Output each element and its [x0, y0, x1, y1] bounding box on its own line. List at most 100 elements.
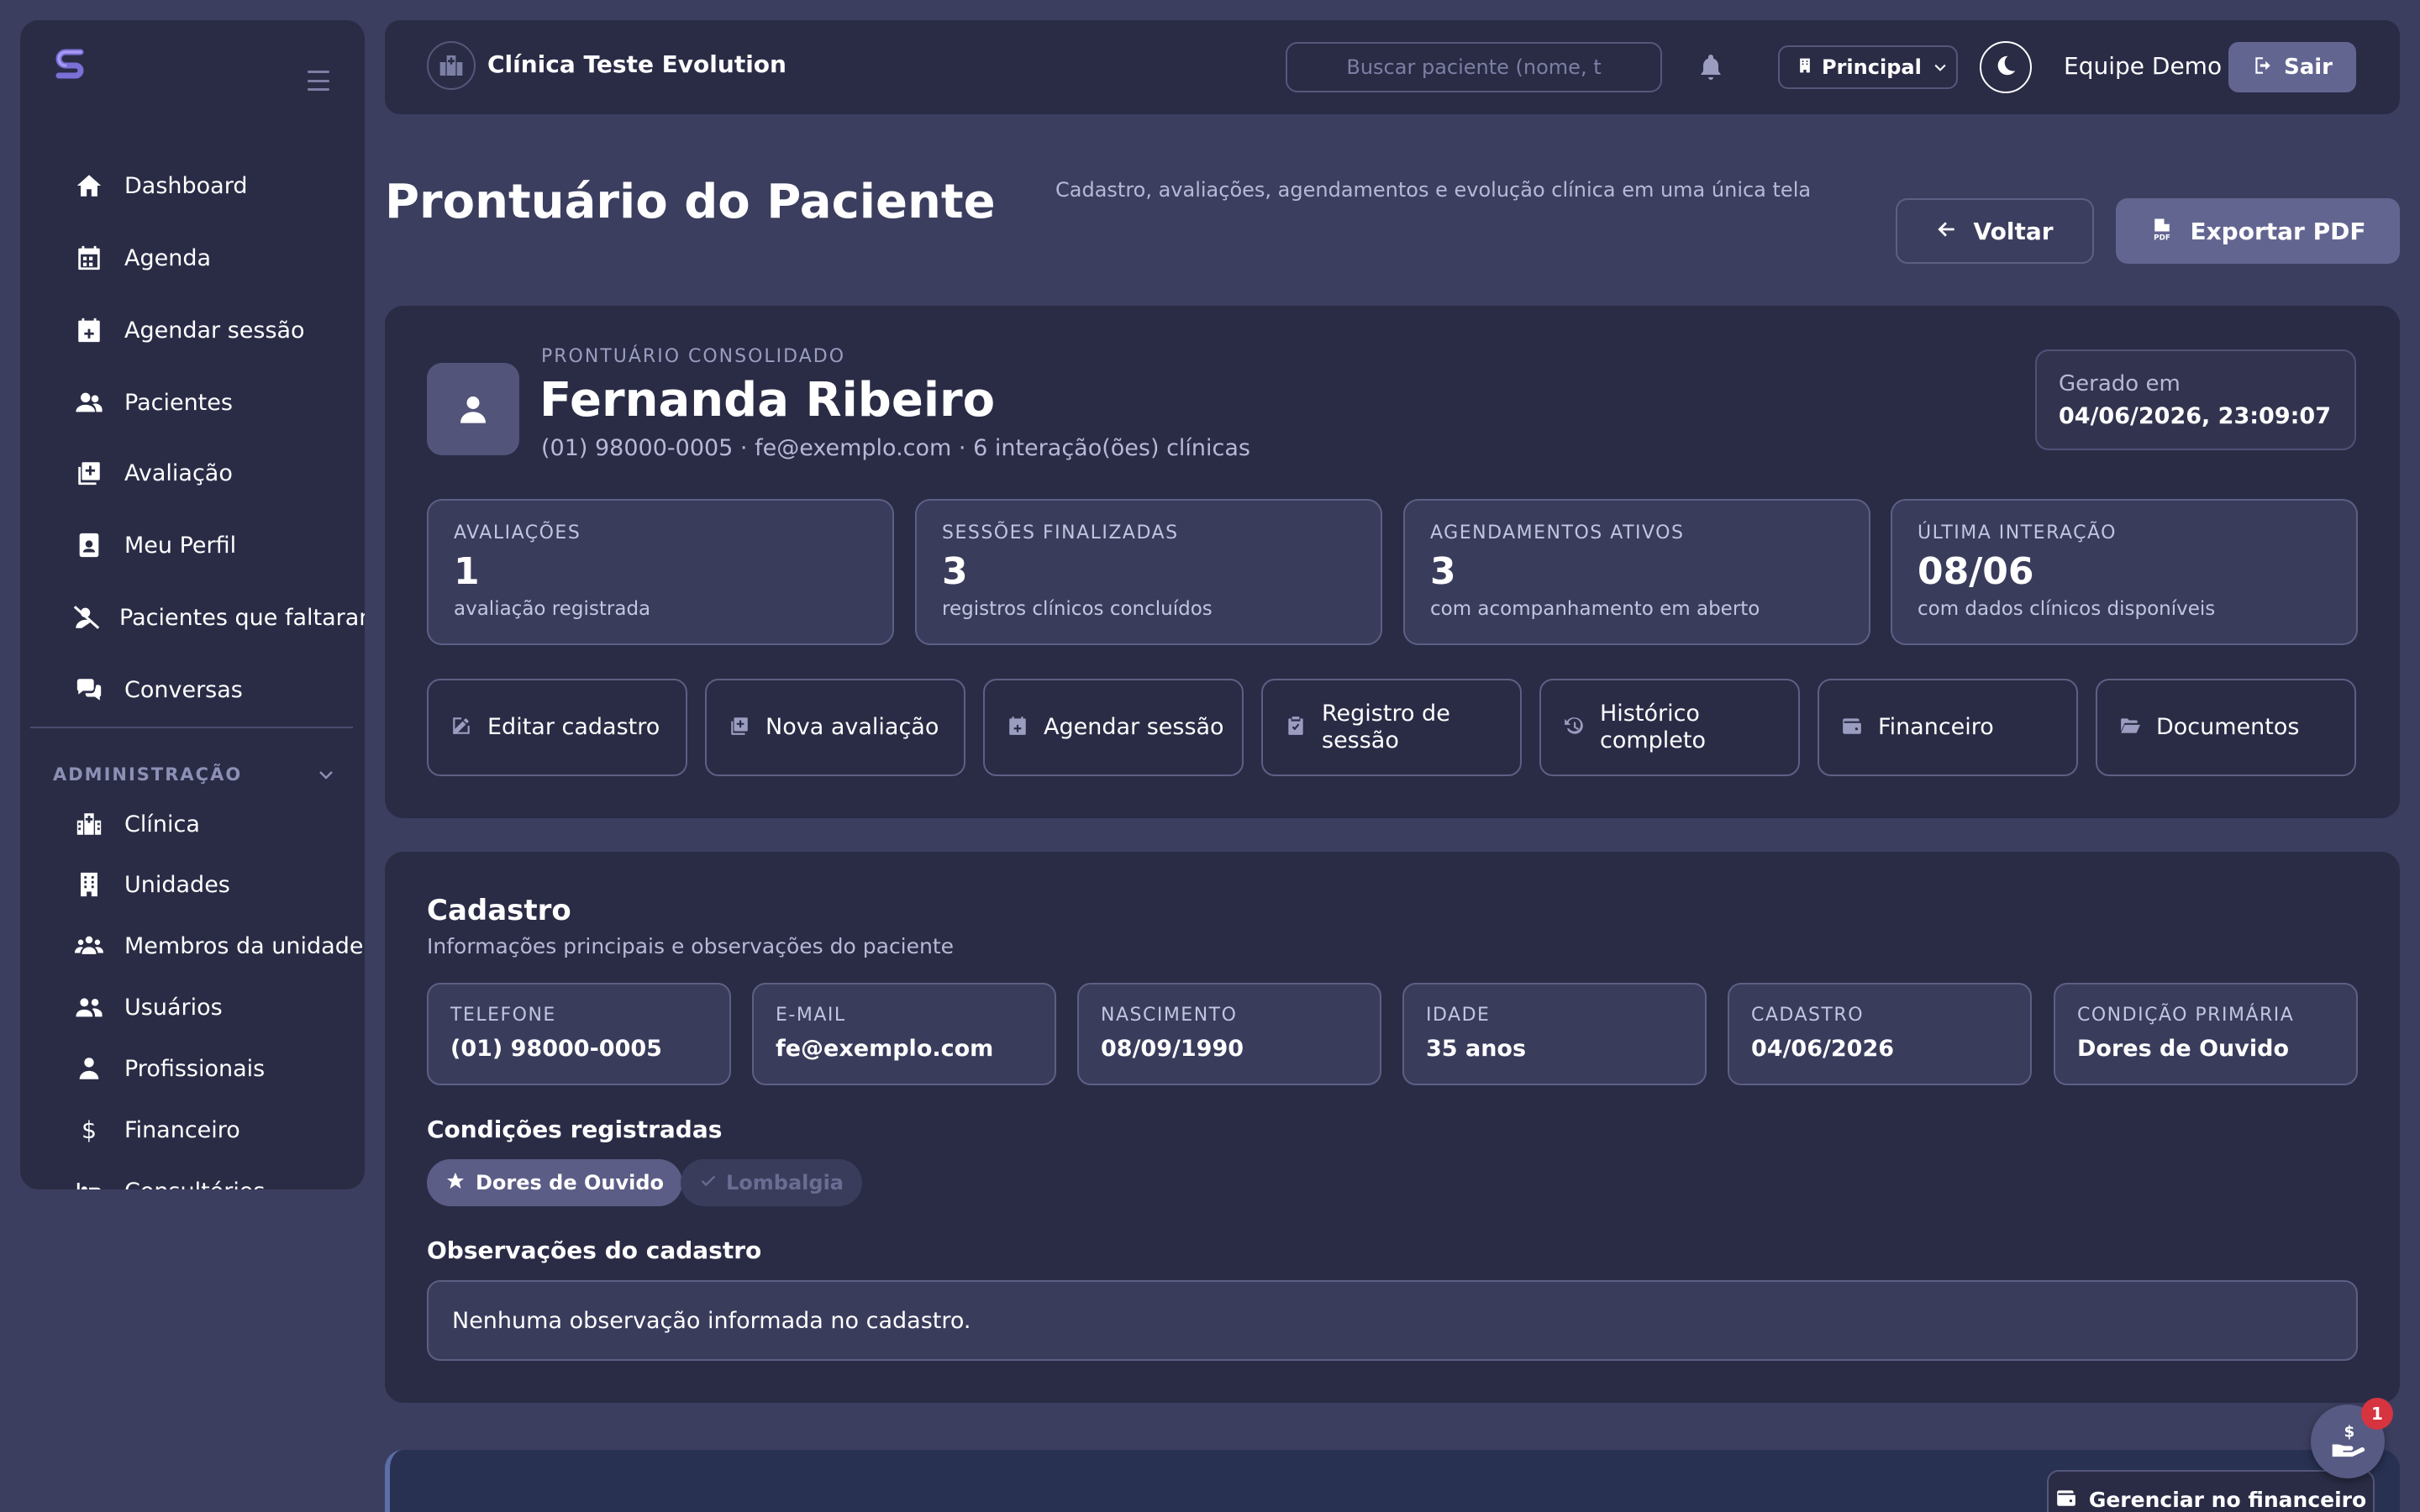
notes-box: Nenhuma observação informada no cadastro…	[427, 1280, 2358, 1361]
field-value: fe@exemplo.com	[776, 1036, 994, 1062]
notes-medical-icon	[72, 456, 106, 490]
page-title: Prontuário do Paciente	[385, 175, 996, 229]
edit-record-button[interactable]: Editar cadastro	[427, 679, 687, 776]
logout-label: Sair	[2283, 55, 2333, 80]
documents-button[interactable]: Documentos	[2096, 679, 2356, 776]
field-label: E-MAIL	[776, 1005, 846, 1026]
generated-at-value: 04/06/2026, 23:09:07	[2059, 403, 2331, 429]
field-value: 08/09/1990	[1101, 1036, 1244, 1062]
sidebar-item-membros-da-unidade[interactable]: Membros da unidade	[37, 920, 365, 972]
export-pdf-label: Exportar PDF	[2190, 217, 2366, 245]
theme-toggle-button[interactable]	[1980, 41, 2032, 93]
unit-select[interactable]: Principal	[1778, 45, 1958, 89]
clinic-name: Clínica Teste Evolution	[487, 50, 786, 78]
action-label: Documentos	[2156, 714, 2300, 740]
manage-finance-button[interactable]: Gerenciar no financeiro	[2047, 1470, 2375, 1512]
sidebar-item-label: Membros da unidade	[124, 932, 364, 959]
field-condicao-primaria: CONDIÇÃO PRIMÁRIA Dores de Ouvido	[2054, 983, 2358, 1085]
clipboard-check-icon	[1285, 715, 1310, 740]
notes-medical-icon	[729, 715, 754, 740]
id-badge-icon	[72, 528, 106, 562]
svg-text:PDF: PDF	[2154, 234, 2171, 243]
session-record-button[interactable]: Registro de sessão	[1261, 679, 1522, 776]
stat-value: 3	[942, 550, 968, 593]
notes-value: Nenhuma observação informada no cadastro…	[452, 1307, 971, 1334]
sidebar-item-conversas[interactable]: Conversas	[37, 664, 365, 716]
search-input[interactable]	[1286, 42, 1662, 92]
field-value: 04/06/2026	[1751, 1036, 1895, 1062]
sidebar-item-pacientes[interactable]: Pacientes	[37, 376, 365, 428]
finance-button[interactable]: Financeiro	[1818, 679, 2078, 776]
sidebar-item-agenda[interactable]: Agenda	[37, 232, 365, 284]
sidebar-item-label: Agenda	[124, 244, 212, 271]
menu-toggle-icon[interactable]	[308, 71, 329, 91]
sidebar-item-agendar-sessao[interactable]: Agendar sessão	[37, 304, 365, 356]
sidebar-item-label: Consultórios	[124, 1179, 265, 1190]
bell-icon[interactable]	[1696, 52, 1726, 82]
sidebar-item-pacientes-que-faltaram[interactable]: Pacientes que faltaram	[37, 591, 365, 643]
bed-icon	[72, 1174, 106, 1189]
action-label: Editar cadastro	[487, 714, 660, 740]
wallet-icon	[1841, 715, 1866, 740]
field-label: CONDIÇÃO PRIMÁRIA	[2077, 1005, 2295, 1026]
sidebar-item-meu-perfil[interactable]: Meu Perfil	[37, 519, 365, 571]
stat-label: ÚLTIMA INTERAÇÃO	[1918, 522, 2117, 543]
building-icon	[1797, 56, 1813, 78]
condition-chip-label: Dores de Ouvido	[476, 1171, 665, 1194]
logout-button[interactable]: Sair	[2228, 42, 2356, 92]
new-evaluation-button[interactable]: Nova avaliação	[705, 679, 965, 776]
field-idade: IDADE 35 anos	[1402, 983, 1707, 1085]
topbar: Clínica Teste Evolution Principal Equipe…	[385, 20, 2400, 114]
stat-label: SESSÕES FINALIZADAS	[942, 522, 1179, 543]
sidebar-item-clinica[interactable]: Clínica	[37, 798, 365, 850]
calendar-plus-icon	[72, 313, 106, 347]
users-icon	[72, 386, 106, 419]
generated-at-label: Gerado em	[2059, 371, 2181, 396]
action-label: Agendar sessão	[1044, 714, 1224, 740]
condition-chip-label: Lombalgia	[726, 1171, 844, 1194]
sidebar-item-label: Agendar sessão	[124, 317, 305, 344]
user-slash-icon	[72, 601, 101, 634]
full-history-button[interactable]: Histórico completo	[1539, 679, 1800, 776]
field-label: TELEFONE	[450, 1005, 556, 1026]
arrow-left-icon	[1936, 218, 1958, 244]
sidebar-item-profissionais[interactable]: Profissionais	[37, 1042, 365, 1095]
sidebar-item-usuarios[interactable]: Usuários	[37, 981, 365, 1033]
field-label: IDADE	[1426, 1005, 1491, 1026]
chevron-down-icon[interactable]	[316, 764, 336, 785]
check-icon	[699, 1172, 718, 1194]
manage-finance-label: Gerenciar no financeiro	[2088, 1487, 2367, 1512]
back-button[interactable]: Voltar	[1896, 198, 2094, 264]
field-value: Dores de Ouvido	[2077, 1036, 2290, 1062]
sidebar-item-unidades[interactable]: Unidades	[37, 858, 365, 911]
calendar-plus-icon	[1007, 715, 1032, 740]
sidebar-item-label: Profissionais	[124, 1055, 266, 1082]
stat-card-ultima-interacao: ÚLTIMA INTERAÇÃO 08/06 com dados clínico…	[1891, 499, 2358, 645]
field-value: 35 anos	[1426, 1036, 1527, 1062]
export-pdf-button[interactable]: PDF Exportar PDF	[2116, 198, 2400, 264]
sidebar-item-label: Clínica	[124, 811, 200, 837]
folder-open-icon	[2119, 715, 2144, 740]
field-label: NASCIMENTO	[1101, 1005, 1238, 1026]
moon-icon	[1993, 53, 2018, 81]
app-logo-icon[interactable]	[52, 45, 89, 82]
stat-card-sessoes-finalizadas: SESSÕES FINALIZADAS 3 registros clínicos…	[915, 499, 1382, 645]
stat-value: 1	[454, 550, 480, 593]
team-name: Equipe Demo	[2064, 52, 2223, 80]
file-pdf-icon: PDF	[2149, 217, 2175, 245]
sidebar-item-consultorios[interactable]: Consultórios	[37, 1165, 365, 1189]
star-icon	[445, 1171, 466, 1194]
patient-avatar-icon	[427, 363, 519, 455]
history-icon	[1563, 715, 1588, 740]
chevron-down-icon	[1932, 59, 1949, 76]
hospital-icon	[72, 807, 106, 841]
condition-chip-primary[interactable]: Dores de Ouvido	[427, 1159, 683, 1206]
schedule-session-button[interactable]: Agendar sessão	[983, 679, 1244, 776]
sidebar-item-dashboard[interactable]: Dashboard	[37, 160, 365, 212]
record-kicker: PRONTUÁRIO CONSOLIDADO	[541, 346, 846, 367]
sidebar-item-avaliacao[interactable]: Avaliação	[37, 447, 365, 499]
page-subtitle: Cadastro, avaliações, agendamentos e evo…	[1055, 178, 1812, 202]
sidebar-item-financeiro[interactable]: $ Financeiro	[37, 1104, 365, 1156]
wallet-icon	[2055, 1487, 2077, 1512]
condition-chip[interactable]: Lombalgia	[681, 1159, 862, 1206]
